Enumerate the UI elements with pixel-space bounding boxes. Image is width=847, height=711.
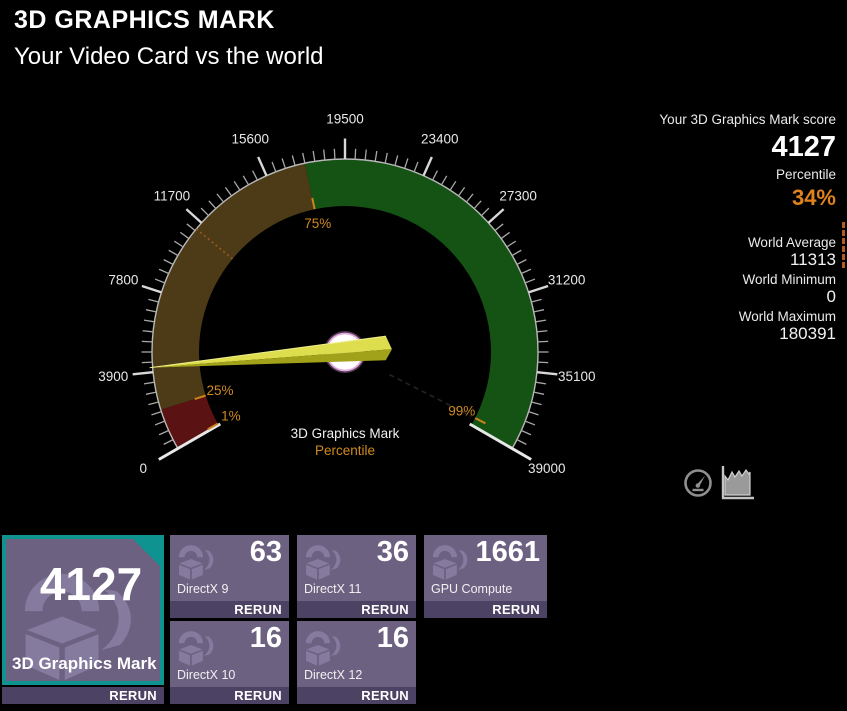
rerun-button-directx12[interactable]: RERUN bbox=[297, 687, 416, 704]
gauge-tick-label: 19500 bbox=[326, 112, 364, 127]
gauge-tick-label: 7800 bbox=[108, 272, 138, 287]
rerun-button-directx10[interactable]: RERUN bbox=[170, 687, 289, 704]
tile-3d-graphics-mark[interactable]: 4127 3D Graphics Mark bbox=[2, 535, 164, 685]
gauge-tick-label: 23400 bbox=[421, 132, 459, 147]
gauge-tick-label: 3900 bbox=[98, 369, 128, 384]
tile-label: 3D Graphics Mark bbox=[12, 654, 157, 674]
percentile-marker-label: 25% bbox=[206, 383, 233, 398]
tile-directx11[interactable]: 36 DirectX 11 bbox=[297, 535, 416, 601]
tile-directx10[interactable]: 16 DirectX 10 bbox=[170, 621, 289, 687]
gauge-center-sublabel: Percentile bbox=[315, 443, 375, 458]
tile-value: 4127 bbox=[6, 557, 160, 611]
world-maximum-value: 180391 bbox=[556, 324, 836, 344]
rerun-button-directx9[interactable]: RERUN bbox=[170, 601, 289, 618]
tile-label: DirectX 12 bbox=[304, 668, 362, 682]
passmark-logo-watermark bbox=[299, 537, 349, 581]
tile-label: DirectX 11 bbox=[304, 582, 361, 596]
rerun-button-3d-graphics-mark[interactable]: RERUN bbox=[2, 687, 164, 704]
world-minimum-value: 0 bbox=[556, 287, 836, 307]
percentile-value: 34% bbox=[556, 185, 836, 210]
tile-label: DirectX 9 bbox=[177, 582, 228, 596]
tile-value: 63 bbox=[250, 536, 282, 569]
page-subtitle: Your Video Card vs the world bbox=[14, 43, 324, 71]
rerun-button-gpu-compute[interactable]: RERUN bbox=[424, 601, 547, 618]
world-average-label: World Average bbox=[556, 235, 836, 251]
history-chart-icon[interactable] bbox=[719, 463, 756, 501]
gauge-tick-label: 27300 bbox=[499, 189, 537, 204]
performance-test-results-screen: { "header": { "title": "3D GRAPHICS MARK… bbox=[0, 0, 847, 711]
tile-directx12[interactable]: 16 DirectX 12 bbox=[297, 621, 416, 687]
page-title: 3D GRAPHICS MARK bbox=[14, 6, 275, 35]
score-value: 4127 bbox=[556, 131, 836, 164]
gauge-tick-label: 35100 bbox=[558, 369, 596, 384]
speedometer-icon[interactable] bbox=[682, 467, 714, 499]
passmark-logo-watermark bbox=[426, 537, 476, 581]
rerun-button-directx11[interactable]: RERUN bbox=[297, 601, 416, 618]
tile-label: GPU Compute bbox=[431, 582, 512, 596]
gauge-tick-label: 15600 bbox=[231, 132, 269, 147]
world-average-value: 11313 bbox=[556, 250, 836, 270]
tile-value: 16 bbox=[250, 622, 282, 655]
score-panel: Your 3D Graphics Mark score 4127 Percent… bbox=[556, 112, 836, 346]
percentile-marker-label: 99% bbox=[448, 403, 475, 418]
tile-value: 36 bbox=[377, 536, 409, 569]
tile-value: 16 bbox=[377, 622, 409, 655]
percentile-label: Percentile bbox=[556, 167, 836, 183]
tile-gpu-compute[interactable]: 1661 GPU Compute bbox=[424, 535, 547, 601]
passmark-logo-watermark bbox=[299, 623, 349, 667]
world-maximum-label: World Maximum bbox=[556, 309, 836, 325]
world-average-edge-marker bbox=[842, 222, 845, 268]
gauge-tick-label: 11700 bbox=[154, 189, 191, 204]
gauge-tick-label: 39000 bbox=[528, 461, 566, 476]
percentile-marker-label: 75% bbox=[304, 216, 331, 231]
tile-label: DirectX 10 bbox=[177, 668, 235, 682]
tile-value: 1661 bbox=[475, 536, 540, 569]
percentile-marker-label: 1% bbox=[221, 408, 241, 423]
gauge-tick-label: 0 bbox=[139, 461, 147, 476]
world-minimum-label: World Minimum bbox=[556, 272, 836, 288]
gauge-center-label: 3D Graphics Mark bbox=[291, 426, 400, 441]
score-gauge: 0390078001170015600195002340027300312003… bbox=[85, 95, 615, 495]
passmark-logo-watermark bbox=[172, 537, 222, 581]
score-label: Your 3D Graphics Mark score bbox=[556, 112, 836, 128]
passmark-logo-watermark bbox=[172, 623, 222, 667]
tile-directx9[interactable]: 63 DirectX 9 bbox=[170, 535, 289, 601]
